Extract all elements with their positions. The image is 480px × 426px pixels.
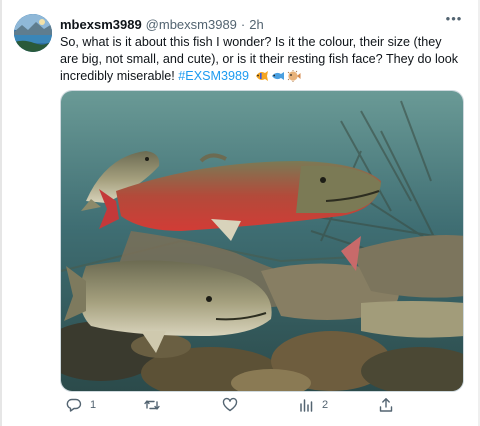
tweet-card[interactable]: mbexsm3989 @mbexsm3989 · 2h ••• So, what… [10,8,468,418]
retweet-icon [144,400,160,410]
share-icon [379,398,393,412]
bull-trout-photo-icon [61,91,463,391]
user-handle[interactable]: @mbexsm3989 [146,17,237,32]
retweet-button[interactable] [144,397,168,413]
avatar-image [14,14,52,52]
avatar[interactable] [14,14,52,52]
separator-dot: · [240,16,246,32]
share-button[interactable] [378,397,402,413]
timestamp[interactable]: 2h [249,17,263,32]
reply-icon [66,398,82,412]
views-count: 2 [322,399,329,411]
heart-icon [222,397,238,412]
display-name[interactable]: mbexsm3989 [60,17,142,32]
tropical-fish-icon [255,70,269,87]
tweet-actions: 1 2 [60,392,460,418]
views-icon [300,399,313,412]
more-icon: ••• [445,10,463,26]
tweet-header: mbexsm3989 @mbexsm3989 · 2h [60,14,460,34]
tweet-media-image[interactable] [60,90,464,392]
tweet-text: So, what is it about this fish I wonder?… [60,34,460,87]
left-border [0,0,2,426]
hashtag-link[interactable]: #EXSM3989 [178,69,249,83]
like-button[interactable] [222,397,246,413]
views-button[interactable]: 2 [298,397,328,413]
fish-icon [271,70,285,87]
reply-button[interactable]: 1 [66,397,96,413]
blowfish-icon [287,70,301,87]
more-options-button[interactable]: ••• [444,10,464,26]
reply-count: 1 [90,399,97,411]
